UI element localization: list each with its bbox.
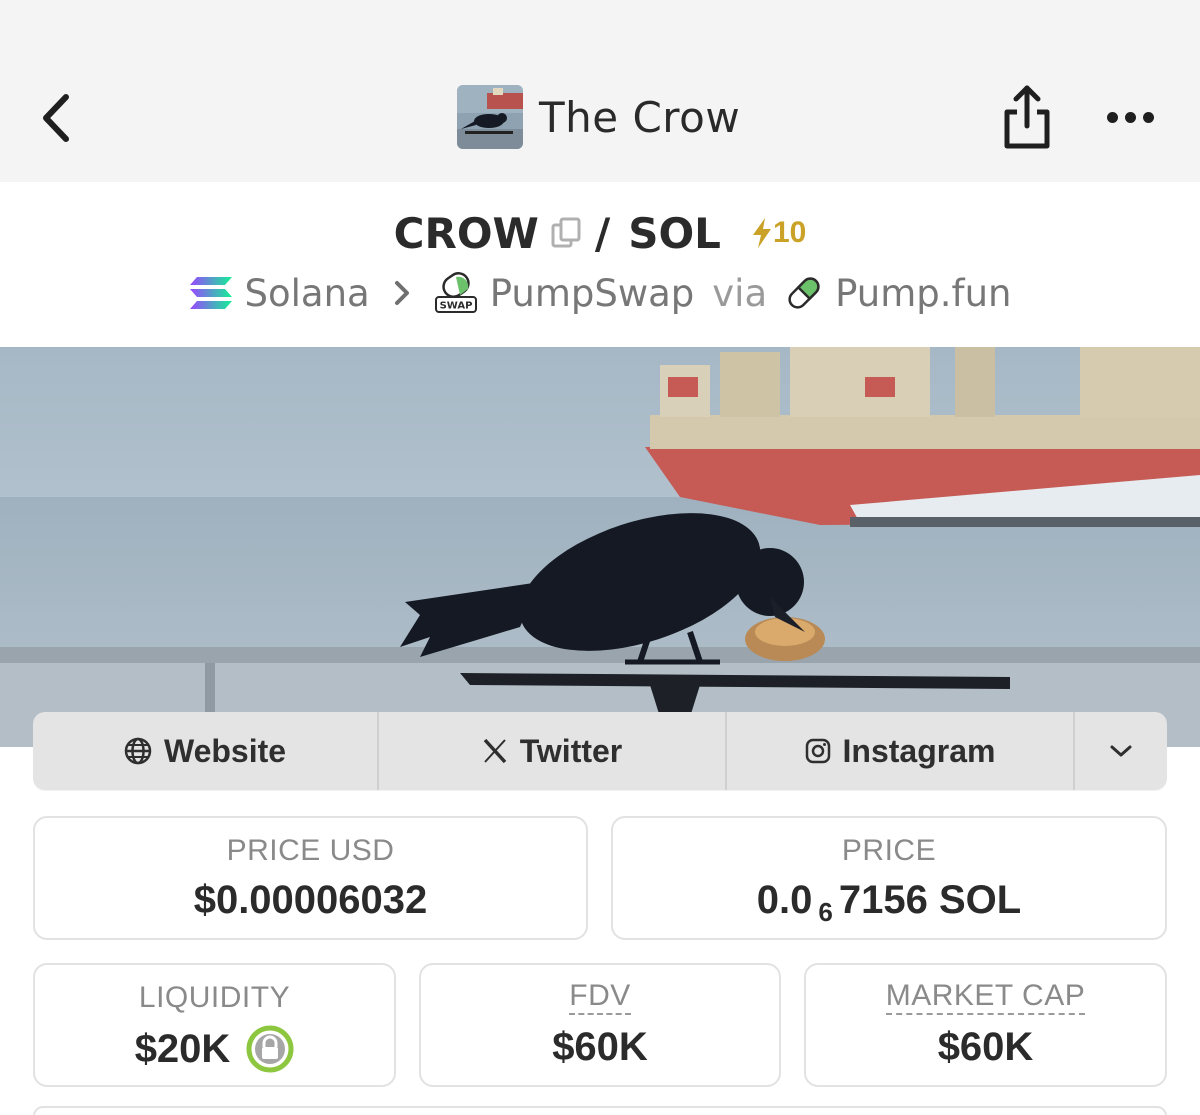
fdv-value: $60K <box>552 1025 648 1069</box>
instagram-label: Instagram <box>842 732 996 769</box>
swap-badge-text: SWAP <box>439 301 472 312</box>
more-dot-icon <box>1142 111 1154 123</box>
next-section-edge <box>33 1106 1167 1115</box>
globe-icon <box>124 737 152 765</box>
instagram-link-button[interactable]: Instagram <box>727 712 1075 790</box>
via-label: via <box>712 271 768 315</box>
lock-icon[interactable] <box>246 1025 294 1073</box>
website-link-button[interactable]: Website <box>33 712 379 790</box>
price-usd-label: PRICE USD <box>226 834 395 867</box>
price-native-label: PRICE <box>841 834 937 867</box>
back-button[interactable] <box>30 88 80 148</box>
price-native-suffix: 7156 SOL <box>838 878 1022 922</box>
liquidity-card: LIQUIDITY $20K <box>33 963 396 1087</box>
lightning-icon <box>752 218 771 248</box>
x-logo-icon <box>482 738 508 764</box>
social-links-bar: Website Twitter Instagram <box>33 712 1167 790</box>
liquidity-value-row: $20K <box>135 1025 295 1073</box>
chevron-left-icon <box>43 94 69 142</box>
token-banner-image <box>0 347 1200 747</box>
top-navigation-bar: The Crow <box>0 0 1200 182</box>
boost-badge[interactable]: 10 <box>751 216 806 250</box>
token-title-group: The Crow <box>457 84 740 150</box>
pill-icon <box>785 274 823 312</box>
fdv-label: FDV <box>569 981 631 1015</box>
website-label: Website <box>163 732 287 769</box>
fdv-card[interactable]: FDV $60K <box>419 963 781 1087</box>
price-zero-count: 6 <box>818 897 833 927</box>
pumpswap-logo-icon: SWAP <box>434 271 478 315</box>
chain-breadcrumb: Solana SWAP PumpSwap via Pump.fun <box>0 268 1200 318</box>
launchpad-name[interactable]: Pump.fun <box>835 272 1011 315</box>
more-options-button[interactable] <box>1100 100 1160 134</box>
page-title: The Crow <box>539 92 741 142</box>
chain-name[interactable]: Solana <box>245 272 370 315</box>
solana-logo-icon <box>189 276 233 310</box>
base-token-symbol: CROW <box>393 208 539 258</box>
liquidity-value: $20K <box>134 1026 231 1071</box>
liquidity-label: LIQUIDITY <box>138 981 291 1014</box>
boost-count: 10 <box>772 216 807 249</box>
twitter-label: Twitter <box>519 732 623 769</box>
market-cap-label: MARKET CAP <box>885 981 1086 1015</box>
share-icon <box>1004 85 1050 149</box>
instagram-icon <box>805 738 831 764</box>
price-usd-value: $0.00006032 <box>193 878 428 922</box>
chevron-down-icon <box>1110 745 1132 757</box>
more-links-button[interactable] <box>1075 712 1167 790</box>
price-native-prefix: 0.0 <box>756 878 813 922</box>
quote-token-symbol: SOL <box>628 208 721 258</box>
more-dot-icon <box>1106 111 1118 123</box>
pair-separator: / <box>594 208 611 258</box>
price-native-card: PRICE 0.0 6 7156 SOL <box>611 816 1167 940</box>
chevron-right-icon <box>394 280 410 306</box>
market-cap-value: $60K <box>937 1025 1034 1069</box>
market-cap-card[interactable]: MARKET CAP $60K <box>804 963 1167 1087</box>
pair-header: CROW / SOL 10 <box>0 205 1200 261</box>
dex-name[interactable]: PumpSwap <box>490 272 695 315</box>
token-avatar <box>457 85 523 149</box>
copy-address-icon[interactable] <box>549 216 583 250</box>
price-native-value: 0.0 6 7156 SOL <box>756 878 1022 927</box>
price-usd-card: PRICE USD $0.00006032 <box>33 816 588 940</box>
twitter-link-button[interactable]: Twitter <box>379 712 727 790</box>
more-dot-icon <box>1124 111 1136 123</box>
share-button[interactable] <box>998 82 1056 152</box>
